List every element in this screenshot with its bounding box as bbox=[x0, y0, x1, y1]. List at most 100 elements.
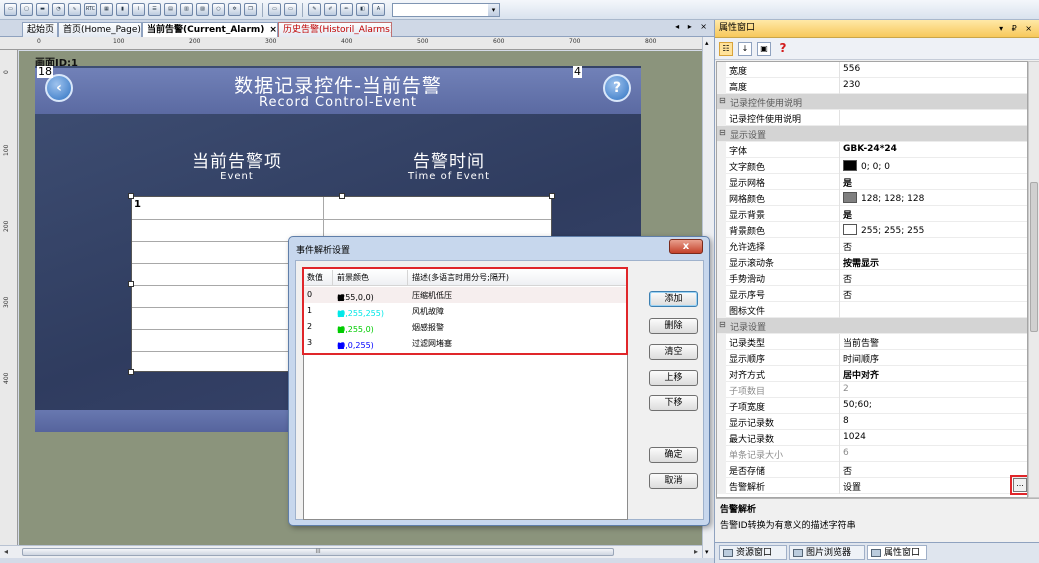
property-row[interactable]: 图标文件 bbox=[717, 302, 1027, 318]
help-icon[interactable]: ? bbox=[776, 42, 790, 56]
window-tool-icon[interactable]: ▭ bbox=[284, 3, 297, 16]
column-divider[interactable] bbox=[839, 462, 840, 478]
property-grid-scrollbar[interactable] bbox=[1028, 61, 1039, 498]
gauge-tool-icon[interactable]: ◔ bbox=[52, 3, 65, 16]
gear-tool-icon[interactable]: ✲ bbox=[228, 3, 241, 16]
property-row[interactable]: 网格颜色 128; 128; 128 bbox=[717, 190, 1027, 206]
property-row[interactable]: 记录类型 当前告警 bbox=[717, 334, 1027, 350]
property-row[interactable]: 是否存储 否 bbox=[717, 462, 1027, 478]
bar-tool-icon[interactable]: ▮ bbox=[116, 3, 129, 16]
property-row[interactable]: 字体 GBK-24*24 bbox=[717, 142, 1027, 158]
color-tool-icon[interactable]: ◧ bbox=[356, 3, 369, 16]
property-value[interactable]: 时间顺序 bbox=[843, 352, 879, 365]
column-divider[interactable] bbox=[839, 286, 840, 302]
column-divider[interactable] bbox=[839, 334, 840, 350]
column-divider[interactable] bbox=[839, 78, 840, 94]
image-tool-icon[interactable]: ▨ bbox=[196, 3, 209, 16]
ok-button[interactable]: 确定 bbox=[649, 447, 698, 463]
table-tool-icon[interactable]: ▦ bbox=[100, 3, 113, 16]
pen-tool-icon[interactable]: ✐ bbox=[324, 3, 337, 16]
property-row[interactable]: 对齐方式 居中对齐 bbox=[717, 366, 1027, 382]
property-value[interactable]: 是 bbox=[843, 176, 852, 189]
collapse-icon[interactable]: ⊟ bbox=[719, 320, 726, 329]
tab-start-page[interactable]: 起始页 bbox=[22, 22, 58, 37]
chart-tool-icon[interactable]: ∿ bbox=[68, 3, 81, 16]
collapse-icon[interactable]: ⊟ bbox=[719, 96, 726, 105]
tab-property-window[interactable]: 属性窗口 bbox=[867, 545, 927, 560]
property-row[interactable]: 子项数目 2 bbox=[717, 382, 1027, 398]
resize-handle[interactable] bbox=[128, 369, 134, 375]
property-value[interactable]: 否 bbox=[843, 288, 852, 301]
add-button[interactable]: 添加 bbox=[649, 291, 698, 307]
event-parse-dialog[interactable]: 事件解析设置 x 数值 前景颜色 描述(多语言时用分号;隔开) 0 ■ (255,… bbox=[288, 236, 710, 526]
property-category[interactable]: ⊟ 记录控件使用说明 bbox=[717, 94, 1027, 110]
chevron-down-icon[interactable]: ▾ bbox=[488, 3, 499, 16]
resize-handle[interactable] bbox=[128, 281, 134, 287]
column-divider[interactable] bbox=[839, 478, 840, 494]
trend-tool-icon[interactable]: ⌇ bbox=[132, 3, 145, 16]
property-value[interactable]: GBK-24*24 bbox=[843, 144, 897, 154]
column-divider[interactable] bbox=[839, 366, 840, 382]
rect-tool-icon[interactable]: ▭ bbox=[4, 3, 17, 16]
resize-handle[interactable] bbox=[128, 193, 134, 199]
column-divider[interactable] bbox=[839, 62, 840, 78]
property-row[interactable]: 允许选择 否 bbox=[717, 238, 1027, 254]
move-up-button[interactable]: 上移 bbox=[649, 370, 698, 386]
column-divider[interactable] bbox=[839, 238, 840, 254]
property-value[interactable]: 否 bbox=[843, 240, 852, 253]
resize-handle[interactable] bbox=[549, 193, 555, 199]
column-divider[interactable] bbox=[839, 190, 840, 206]
categorized-view-icon[interactable]: ☷ bbox=[719, 41, 733, 56]
brush-tool-icon[interactable]: ✎ bbox=[308, 3, 321, 16]
property-row[interactable]: 显示顺序 时间顺序 bbox=[717, 350, 1027, 366]
property-value[interactable]: 230 bbox=[843, 80, 860, 90]
move-down-button[interactable]: 下移 bbox=[649, 395, 698, 411]
property-row[interactable]: 宽度 556 bbox=[717, 62, 1027, 78]
property-value[interactable]: 设置 bbox=[843, 480, 861, 493]
clear-button[interactable]: 清空 bbox=[649, 344, 698, 360]
font-tool-icon[interactable]: A bbox=[372, 3, 385, 16]
column-divider[interactable] bbox=[839, 206, 840, 222]
property-row[interactable]: 记录控件使用说明 bbox=[717, 110, 1027, 126]
horizontal-scrollbar[interactable]: ◂ III ▸ bbox=[0, 545, 702, 558]
property-row[interactable]: 显示滚动条 按需显示 bbox=[717, 254, 1027, 270]
column-divider[interactable] bbox=[839, 158, 840, 174]
rtc-tool-icon[interactable]: RTC bbox=[84, 3, 97, 16]
scroll-right-icon[interactable]: ▸ bbox=[694, 547, 698, 556]
column-divider[interactable] bbox=[839, 430, 840, 446]
tab-history-alarms[interactable]: 历史告警(Historil_Alarms) bbox=[278, 22, 392, 37]
property-category[interactable]: ⊟ 记录设置 bbox=[717, 318, 1027, 334]
property-category[interactable]: ⊟ 显示设置 bbox=[717, 126, 1027, 142]
property-value[interactable]: 1024 bbox=[843, 432, 866, 442]
column-divider[interactable] bbox=[839, 222, 840, 238]
property-row[interactable]: 显示序号 否 bbox=[717, 286, 1027, 302]
property-value[interactable]: 居中对齐 bbox=[843, 368, 879, 381]
property-row[interactable]: 子项宽度 50;60; bbox=[717, 398, 1027, 414]
property-pages-icon[interactable]: ▣ bbox=[757, 41, 771, 56]
property-value[interactable]: 128; 128; 128 bbox=[843, 192, 924, 204]
property-row[interactable]: 告警解析 设置... bbox=[717, 475, 1027, 495]
copy-tool-icon[interactable]: ❐ bbox=[244, 3, 257, 16]
tab-resource-window[interactable]: 资源窗口 bbox=[719, 545, 787, 560]
column-divider[interactable] bbox=[839, 414, 840, 430]
round-rect-tool-icon[interactable]: ▢ bbox=[20, 3, 33, 16]
collapse-icon[interactable]: ⊟ bbox=[719, 128, 726, 137]
delete-button[interactable]: 删除 bbox=[649, 318, 698, 334]
dialog-close-button[interactable]: x bbox=[669, 239, 703, 254]
highlighter-tool-icon[interactable]: ✏ bbox=[340, 3, 353, 16]
screen-tool-icon[interactable]: ▭ bbox=[268, 3, 281, 16]
scrollbar-thumb[interactable]: III bbox=[22, 548, 614, 556]
record-tool-icon[interactable]: ▥ bbox=[180, 3, 193, 16]
property-value[interactable]: 6 bbox=[843, 448, 849, 458]
property-row[interactable]: 最大记录数 1024 bbox=[717, 430, 1027, 446]
panel-window-controls[interactable]: ▾ ₽ × bbox=[999, 20, 1035, 37]
property-value[interactable]: 按需显示 bbox=[843, 256, 879, 269]
property-row[interactable]: 显示记录数 8 bbox=[717, 414, 1027, 430]
tab-current-alarm[interactable]: 当前告警(Current_Alarm) × bbox=[142, 22, 278, 38]
list-tool-icon[interactable]: ☰ bbox=[148, 3, 161, 16]
property-grid[interactable]: 宽度 556 高度 230 ⊟ 记录控件使用说明 记录控件使用说明 ⊟ 显示设置 字体 GBK-24… bbox=[716, 61, 1028, 498]
alphabetical-sort-icon[interactable]: ↓ bbox=[738, 41, 752, 56]
grid-tool-icon[interactable]: ▤ bbox=[164, 3, 177, 16]
property-row[interactable]: 手势滑动 否 bbox=[717, 270, 1027, 286]
column-divider[interactable] bbox=[839, 174, 840, 190]
